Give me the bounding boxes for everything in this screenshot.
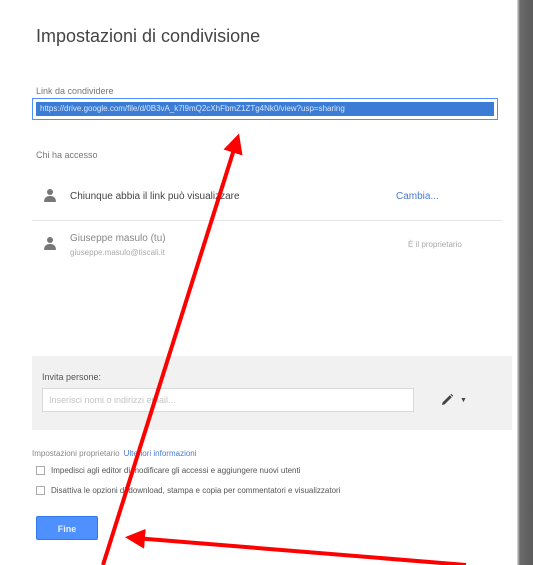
annotation-arrow-to-done [125,528,467,565]
annotation-arrow-to-link [101,133,243,565]
annotation-arrows [101,133,467,565]
